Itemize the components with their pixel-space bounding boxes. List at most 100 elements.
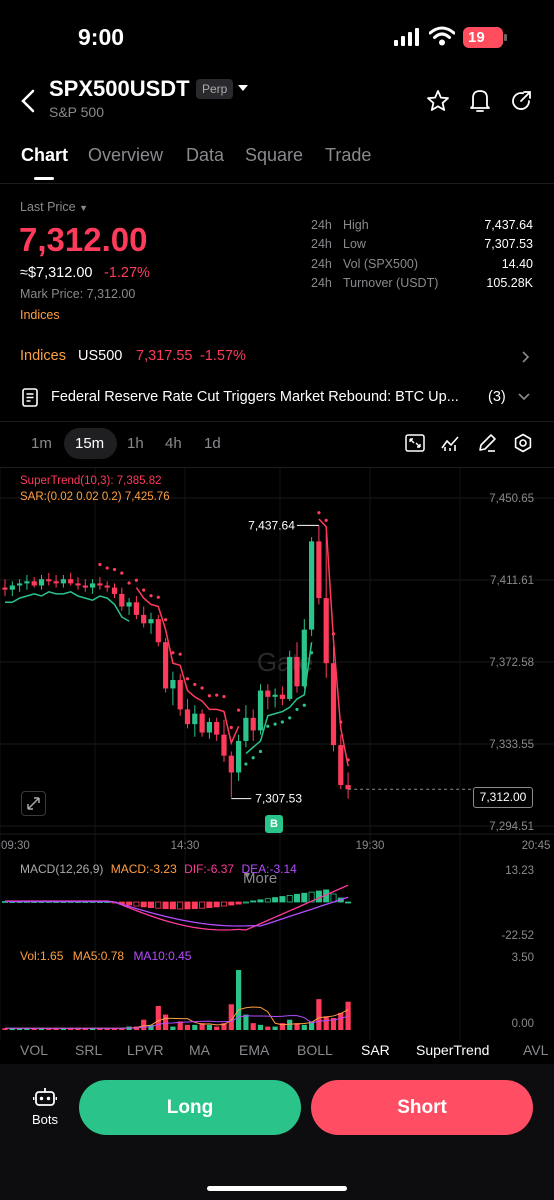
timeframe-1m[interactable]: 1m [31,435,52,452]
x-tick-label: 19:30 [356,840,385,852]
sar-dot [215,693,219,697]
macd-histogram-bar [293,893,300,903]
stat-value: 7,307.53 [484,237,533,251]
bell-icon[interactable] [468,88,492,114]
vol-value: Vol:1.65 [20,949,64,963]
sar-dot [98,562,102,567]
macd-y-tick: 13.23 [505,865,534,877]
star-icon[interactable] [426,89,450,113]
indicator-sar[interactable]: SAR [361,1042,390,1058]
tab-data[interactable]: Data [186,145,224,166]
news-row[interactable]: Federal Reserve Rate Cut Triggers Market… [0,382,554,414]
candle-body [309,541,315,630]
tab-overview[interactable]: Overview [88,145,163,166]
volume-bar [206,1024,212,1030]
volume-bar [272,1026,278,1030]
sar-dot [258,749,263,754]
ma5-value: MA5:0.78 [72,949,125,963]
candle-body [279,694,285,699]
volume-bar [192,1024,198,1030]
candle-body [236,740,242,773]
last-price-label[interactable]: Last Price ▼ [20,200,88,214]
supertrend-legend: SuperTrend(10,3): 7,385.82 [20,475,162,487]
bots-label: Bots [31,1112,58,1127]
indicator-boll[interactable]: BOLL [297,1042,333,1058]
candle-body [192,713,198,725]
battery-icon: 19 [463,27,507,48]
volume-bar [236,970,242,1030]
y-tick-label: 7,372.58 [489,657,534,669]
index-change: -1.57% [200,348,246,364]
macd-histogram-bar [169,901,176,910]
candle-body [126,602,132,607]
stat-period: 24h [311,237,332,251]
tab-chart[interactable]: Chart [21,145,68,166]
indicator-icon[interactable] [441,434,461,452]
bots-button[interactable]: Bots [25,1086,65,1130]
usd-value: ≈$7,312.00 [20,265,93,281]
indicator-srl[interactable]: SRL [75,1042,102,1058]
timeframe-4h[interactable]: 4h [165,435,182,452]
timeframe-15m[interactable]: 15m [75,435,104,452]
indicator-avl[interactable]: AVL [523,1042,548,1058]
category-tag[interactable]: Indices [20,308,60,322]
short-button[interactable]: Short [311,1080,533,1135]
tab-square[interactable]: Square [245,145,303,166]
candle-body [141,614,147,624]
candle-body [82,585,88,588]
indicator-ema[interactable]: EMA [239,1042,269,1058]
back-arrow-icon[interactable] [18,88,38,114]
candle-body [75,583,81,586]
candle-body [133,602,139,615]
candle-body [221,734,227,756]
indicator-supertrend[interactable]: SuperTrend [416,1042,489,1058]
sar-dot [171,651,175,655]
volume-bar [338,1012,344,1030]
candle-body [243,717,249,741]
volume-bar [257,1024,264,1030]
volume-bar [345,1001,351,1030]
volume-bar [323,1016,329,1030]
draw-pencil-icon[interactable] [477,433,497,453]
macd-value: MACD:-3.23 [110,862,177,876]
timeframe-1h[interactable]: 1h [127,435,144,452]
candle-body [119,593,125,607]
macd-histogram-bar [133,901,140,907]
tab-trade[interactable]: Trade [325,145,371,166]
share-icon[interactable] [509,89,533,113]
index-row[interactable]: Indices US500 7,317.55 -1.57% [0,340,554,372]
candle-body [338,745,344,786]
candle-body [2,587,8,590]
indicator-vol[interactable]: VOL [20,1042,48,1058]
symbol-title[interactable]: SPX500USDT [49,76,190,102]
sar-dot [324,518,328,522]
volume-bar [155,1006,161,1030]
candle-body [265,690,271,697]
candle-body [163,642,169,689]
volume-bar [316,999,322,1030]
chart-settings-icon[interactable] [513,433,533,453]
sar-dot [156,595,160,599]
indicator-ma[interactable]: MA [189,1042,210,1058]
timeframe-1d[interactable]: 1d [204,435,221,452]
chevron-down-icon[interactable] [238,85,248,93]
tabs-divider [0,183,554,184]
volume-bar [287,1019,293,1030]
expand-chart-button[interactable] [21,791,46,816]
index-name: US500 [78,348,123,364]
sar-dot [317,511,321,515]
long-button[interactable]: Long [79,1080,301,1135]
y-tick-label: 7,450.65 [489,493,534,505]
indicator-lpvr[interactable]: LPVR [127,1042,164,1058]
sar-dot [295,707,299,712]
sar-dot [185,677,190,681]
macd-histogram-bar [279,896,286,903]
stat-value: 105.28K [486,276,533,290]
fullscreen-chart-icon[interactable] [405,434,425,452]
macd-histogram-bar [250,900,257,903]
stat-value: 7,437.64 [484,218,533,232]
battery-level: 19 [468,29,485,46]
buy-marker[interactable]: B [265,815,283,833]
macd-histogram-bar [220,901,227,907]
tab-active-indicator [34,177,54,180]
